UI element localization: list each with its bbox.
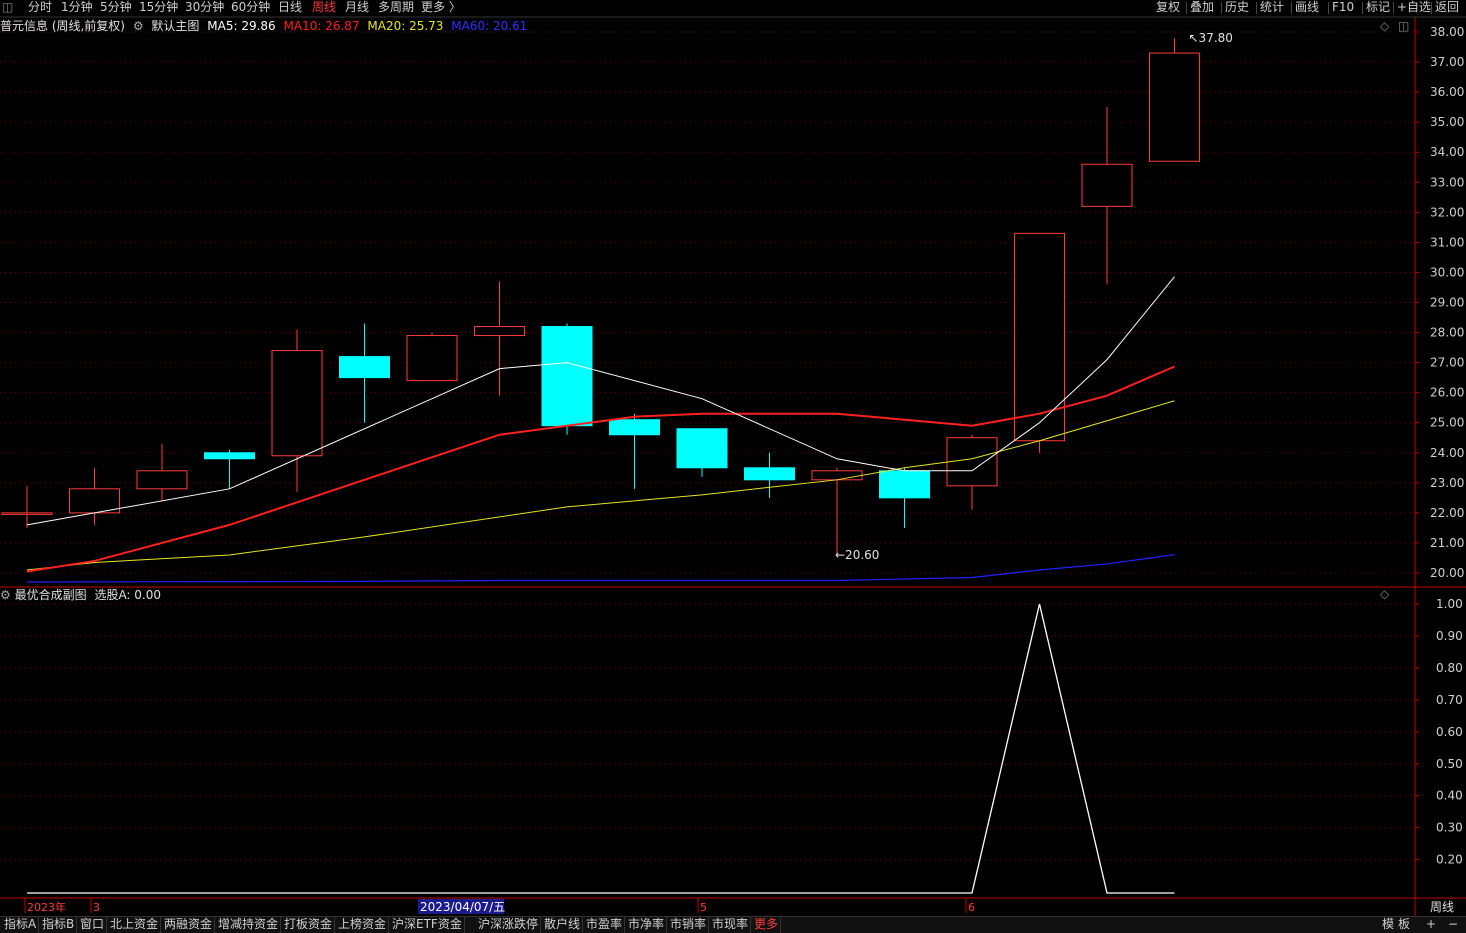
candle-body-up (136, 470, 188, 490)
price-tick-label: 30.00 (1430, 265, 1464, 279)
indicator-tab-0[interactable]: 指标A (2, 917, 40, 933)
mode-button-1[interactable]: 模 (1380, 917, 1396, 933)
template-name[interactable]: 默认主图 (151, 19, 199, 33)
candle-body-down (339, 356, 390, 379)
sub-settings-icon[interactable]: ⚙ (0, 588, 11, 602)
indicator-tab-2[interactable]: 窗口 (78, 917, 108, 933)
candle-body-up (271, 350, 323, 457)
indicator-tick-label: 0.50 (1436, 757, 1463, 771)
sub-diamond-icon[interactable]: ◇ (1380, 587, 1389, 601)
low-price-label: ←20.60 (835, 548, 879, 562)
candle-body-up (946, 437, 998, 487)
ma60-value: MA60: 20.61 (451, 19, 528, 33)
indicator-tab-7[interactable]: 上榜资金 (336, 917, 390, 933)
candle-body-down (676, 428, 728, 469)
indicator-tab-6[interactable]: 打板资金 (282, 917, 336, 933)
candle-body-down (744, 467, 795, 481)
ma10-value: MA10: 26.87 (283, 19, 360, 33)
candle-body-up (1149, 52, 1200, 162)
sub-chart-value: 选股A: 0.00 (94, 588, 162, 602)
x-axis-label: 2023年 (27, 900, 66, 914)
indicator-tab-13[interactable]: 市销率 (668, 917, 710, 933)
high-price-label: ↖37.80 (1189, 31, 1233, 45)
price-tick-label: 28.00 (1430, 326, 1464, 340)
candle-body-up (406, 335, 458, 382)
indicator-tick-label: 0.70 (1436, 693, 1463, 707)
indicator-tab-1[interactable]: 指标B (40, 917, 78, 933)
indicator-tab-3[interactable]: 北上资金 (108, 917, 162, 933)
zoom-out-button[interactable]: − (1446, 917, 1460, 933)
price-tick-label: 31.00 (1430, 235, 1464, 249)
indicator-tab-11[interactable]: 市盈率 (584, 917, 626, 933)
price-tick-label: 20.00 (1430, 566, 1464, 580)
settings-gear-icon[interactable]: ⚙ (133, 19, 144, 33)
diamond-icon[interactable]: ◇ (1380, 19, 1389, 33)
candle-body-down (204, 452, 255, 460)
candle-body-up (811, 470, 863, 481)
price-tick-label: 36.00 (1430, 85, 1464, 99)
price-tick-label: 32.00 (1430, 205, 1464, 219)
price-tick-label: 24.00 (1430, 446, 1464, 460)
ma10-line (26, 365, 1175, 573)
indicator-tab-15[interactable]: 更多 (752, 917, 782, 933)
price-tick-label: 33.00 (1430, 175, 1464, 189)
candle-body-up (474, 326, 525, 337)
indicator-tick-label: 0.60 (1436, 725, 1463, 739)
candle-body-down (609, 419, 660, 436)
indicator-tab-9[interactable]: 沪深涨跌停 (476, 917, 542, 933)
price-tick-label: 27.00 (1430, 356, 1464, 370)
indicator-tick-label: 0.90 (1436, 629, 1463, 643)
price-tick-label: 25.00 (1430, 416, 1464, 430)
indicator-tab-12[interactable]: 市净率 (626, 917, 668, 933)
x-axis-label: 3 (93, 901, 100, 914)
candle-body-down (541, 326, 593, 427)
candle-body-up (1081, 163, 1133, 207)
indicator-tab-5[interactable]: 增减持资金 (216, 917, 282, 933)
indicator-tab-8[interactable]: 沪深ETF资金 (390, 917, 465, 933)
kline-chart[interactable]: 20.00 21.00 22.00 23.00 24.00 25.00 26.00 27.00… (0, 0, 1466, 916)
price-tick-label: 37.00 (1430, 55, 1464, 69)
ma5-value: MA5: 29.86 (207, 19, 276, 33)
price-tick-label: 29.00 (1430, 295, 1464, 309)
period-indicator[interactable]: 周线 (1418, 899, 1466, 916)
ma20-line (26, 400, 1175, 571)
indicator-tick-label: 0.40 (1436, 789, 1463, 803)
indicator-tick-label: 0.20 (1436, 853, 1463, 867)
candle-body-down (879, 470, 930, 499)
candle-body-up (1, 512, 53, 515)
sub-legend: ⚙ 最优合成副图 选股A: 0.00 (0, 587, 161, 603)
sub-chart-name[interactable]: 最优合成副图 (15, 588, 87, 602)
indicator-tab-14[interactable]: 市现率 (710, 917, 752, 933)
ma60-line (26, 554, 1175, 583)
indicator-tick-label: 1.00 (1436, 597, 1463, 611)
price-tick-label: 26.00 (1430, 386, 1464, 400)
stock-title: 普元信息 (周线,前复权) (0, 19, 125, 33)
price-tick-label: 38.00 (1430, 25, 1464, 39)
main-legend: 普元信息 (周线,前复权) ⚙ 默认主图 MA5: 29.86 MA10: 26… (0, 17, 531, 35)
x-axis-label: 5 (700, 901, 707, 914)
indicator-tabbar: 指标A 指标B 窗口 北上资金 两融资金 增减持资金 打板资金 上榜资金 沪深ETF资金 沪深涨跌… (0, 916, 1466, 933)
indicator-tab-4[interactable]: 两融资金 (162, 917, 216, 933)
mode-button-2[interactable]: 板 (1396, 917, 1412, 933)
panel-toggle-icon[interactable]: ◫ (1398, 19, 1409, 33)
indicator-tick-label: 0.80 (1436, 661, 1463, 675)
price-tick-label: 22.00 (1430, 506, 1464, 520)
x-axis-label: 6 (968, 901, 975, 914)
zoom-in-button[interactable]: + (1424, 917, 1438, 933)
indicator-line (27, 603, 1175, 894)
price-tick-label: 23.00 (1430, 476, 1464, 490)
price-tick-label: 35.00 (1430, 115, 1464, 129)
ma5-line (26, 276, 1175, 526)
price-tick-label: 21.00 (1430, 536, 1464, 550)
cursor-date-label: 2023/04/07/五 (420, 900, 505, 914)
price-tick-label: 34.00 (1430, 145, 1464, 159)
indicator-tab-10[interactable]: 散户线 (542, 917, 584, 933)
indicator-tick-label: 0.30 (1436, 821, 1463, 835)
ma20-value: MA20: 25.73 (367, 19, 444, 33)
